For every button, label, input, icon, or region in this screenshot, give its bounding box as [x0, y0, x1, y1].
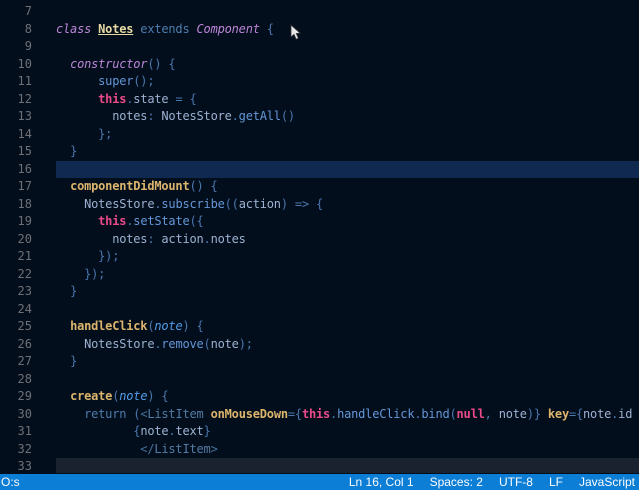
- line-number[interactable]: 8: [0, 21, 32, 39]
- line-number[interactable]: 23: [0, 283, 32, 301]
- code-line[interactable]: 17 componentDidMount() {: [0, 178, 639, 196]
- code-line[interactable]: 20 notes: action.notes: [0, 231, 639, 249]
- status-right-group: Ln 16, Col 1 Spaces: 2 UTF-8 LF JavaScri…: [349, 475, 635, 489]
- code-line[interactable]: 10 constructor() {: [0, 56, 639, 74]
- line-number[interactable]: 30: [0, 406, 32, 424]
- code-line[interactable]: 16: [0, 161, 639, 179]
- line-number[interactable]: 11: [0, 73, 32, 91]
- code-text: </ListItem>: [56, 441, 639, 459]
- code-text: handleClick(note) {: [56, 318, 639, 336]
- code-line[interactable]: 13 notes: NotesStore.getAll(): [0, 108, 639, 126]
- line-number[interactable]: 31: [0, 423, 32, 441]
- code-line[interactable]: 18 NotesStore.subscribe((action) => {: [0, 196, 639, 214]
- code-line[interactable]: 14 };: [0, 126, 639, 144]
- code-text: {note.text}: [56, 423, 639, 441]
- code-text: }: [56, 283, 639, 301]
- code-line[interactable]: 27 }: [0, 353, 639, 371]
- line-number[interactable]: 22: [0, 266, 32, 284]
- line-number[interactable]: 18: [0, 196, 32, 214]
- line-number[interactable]: 21: [0, 248, 32, 266]
- code-text: }: [56, 353, 639, 371]
- line-number[interactable]: 28: [0, 371, 32, 389]
- code-line[interactable]: 22 });: [0, 266, 639, 284]
- code-line[interactable]: 29 create(note) {: [0, 388, 639, 406]
- line-number[interactable]: 13: [0, 108, 32, 126]
- code-text: return (<ListItem onMouseDown={this.hand…: [56, 406, 639, 424]
- code-line[interactable]: 9: [0, 38, 639, 56]
- code-text: super();: [56, 73, 639, 91]
- code-line[interactable]: 30 return (<ListItem onMouseDown={this.h…: [0, 406, 639, 424]
- code-line[interactable]: 32 </ListItem>: [0, 441, 639, 459]
- line-number[interactable]: 7: [0, 3, 32, 21]
- code-line[interactable]: 11 super();: [0, 73, 639, 91]
- encoding-indicator[interactable]: UTF-8: [499, 475, 533, 489]
- cursor-position-indicator[interactable]: Ln 16, Col 1: [349, 475, 414, 489]
- line-number[interactable]: 27: [0, 353, 32, 371]
- code-line[interactable]: 26 NotesStore.remove(note);: [0, 336, 639, 354]
- current-line-highlight: [56, 161, 639, 179]
- eol-indicator[interactable]: LF: [549, 475, 563, 489]
- editor-pane[interactable]: 78 class Notes extends Component { 910 con…: [0, 3, 639, 475]
- line-number[interactable]: 10: [0, 56, 32, 74]
- code-text: componentDidMount() {: [56, 178, 639, 196]
- code-line[interactable]: 19 this.setState({: [0, 213, 639, 231]
- line-number[interactable]: 20: [0, 231, 32, 249]
- line-number[interactable]: 26: [0, 336, 32, 354]
- code-text: create(note) {: [56, 388, 639, 406]
- code-line[interactable]: 21 });: [0, 248, 639, 266]
- line-number[interactable]: 12: [0, 91, 32, 109]
- line-number[interactable]: 33: [0, 458, 32, 475]
- code-text: notes: action.notes: [56, 231, 639, 249]
- code-line[interactable]: 7: [0, 3, 639, 21]
- language-mode-indicator[interactable]: JavaScript: [579, 475, 635, 489]
- code-line[interactable]: 23 }: [0, 283, 639, 301]
- code-text: this.state = {: [56, 91, 639, 109]
- line-number[interactable]: 29: [0, 388, 32, 406]
- line-number[interactable]: 16: [0, 161, 32, 179]
- code-line[interactable]: 25 handleClick(note) {: [0, 318, 639, 336]
- code-text: NotesStore.remove(note);: [56, 336, 639, 354]
- code-text: constructor() {: [56, 56, 639, 74]
- code-editor-window: 78 class Notes extends Component { 910 con…: [0, 0, 639, 490]
- code-text: });: [56, 248, 639, 266]
- status-left-label[interactable]: O:s: [1, 475, 20, 489]
- code-line[interactable]: 31 {note.text}: [0, 423, 639, 441]
- code-text: this.setState({: [56, 213, 639, 231]
- line-number[interactable]: 14: [0, 126, 32, 144]
- code-text: notes: NotesStore.getAll(): [56, 108, 639, 126]
- code-line[interactable]: 24: [0, 301, 639, 319]
- line-number[interactable]: 17: [0, 178, 32, 196]
- line-number[interactable]: 19: [0, 213, 32, 231]
- indentation-indicator[interactable]: Spaces: 2: [430, 475, 483, 489]
- code-text: }: [56, 143, 639, 161]
- code-line[interactable]: 28: [0, 371, 639, 389]
- code-line[interactable]: 15 }: [0, 143, 639, 161]
- horizontal-scrollbar[interactable]: [56, 458, 639, 473]
- code-line[interactable]: 8 class Notes extends Component {: [0, 21, 639, 39]
- line-number[interactable]: 25: [0, 318, 32, 336]
- code-text: class Notes extends Component {: [56, 21, 639, 39]
- line-number[interactable]: 9: [0, 38, 32, 56]
- status-bar: O:s Ln 16, Col 1 Spaces: 2 UTF-8 LF Java…: [0, 474, 639, 490]
- line-number[interactable]: 24: [0, 301, 32, 319]
- code-text: NotesStore.subscribe((action) => {: [56, 196, 639, 214]
- line-number[interactable]: 32: [0, 441, 32, 459]
- mouse-cursor-icon: [290, 24, 302, 41]
- code-text: });: [56, 266, 639, 284]
- code-line[interactable]: 12 this.state = {: [0, 91, 639, 109]
- code-text: };: [56, 126, 639, 144]
- line-number[interactable]: 15: [0, 143, 32, 161]
